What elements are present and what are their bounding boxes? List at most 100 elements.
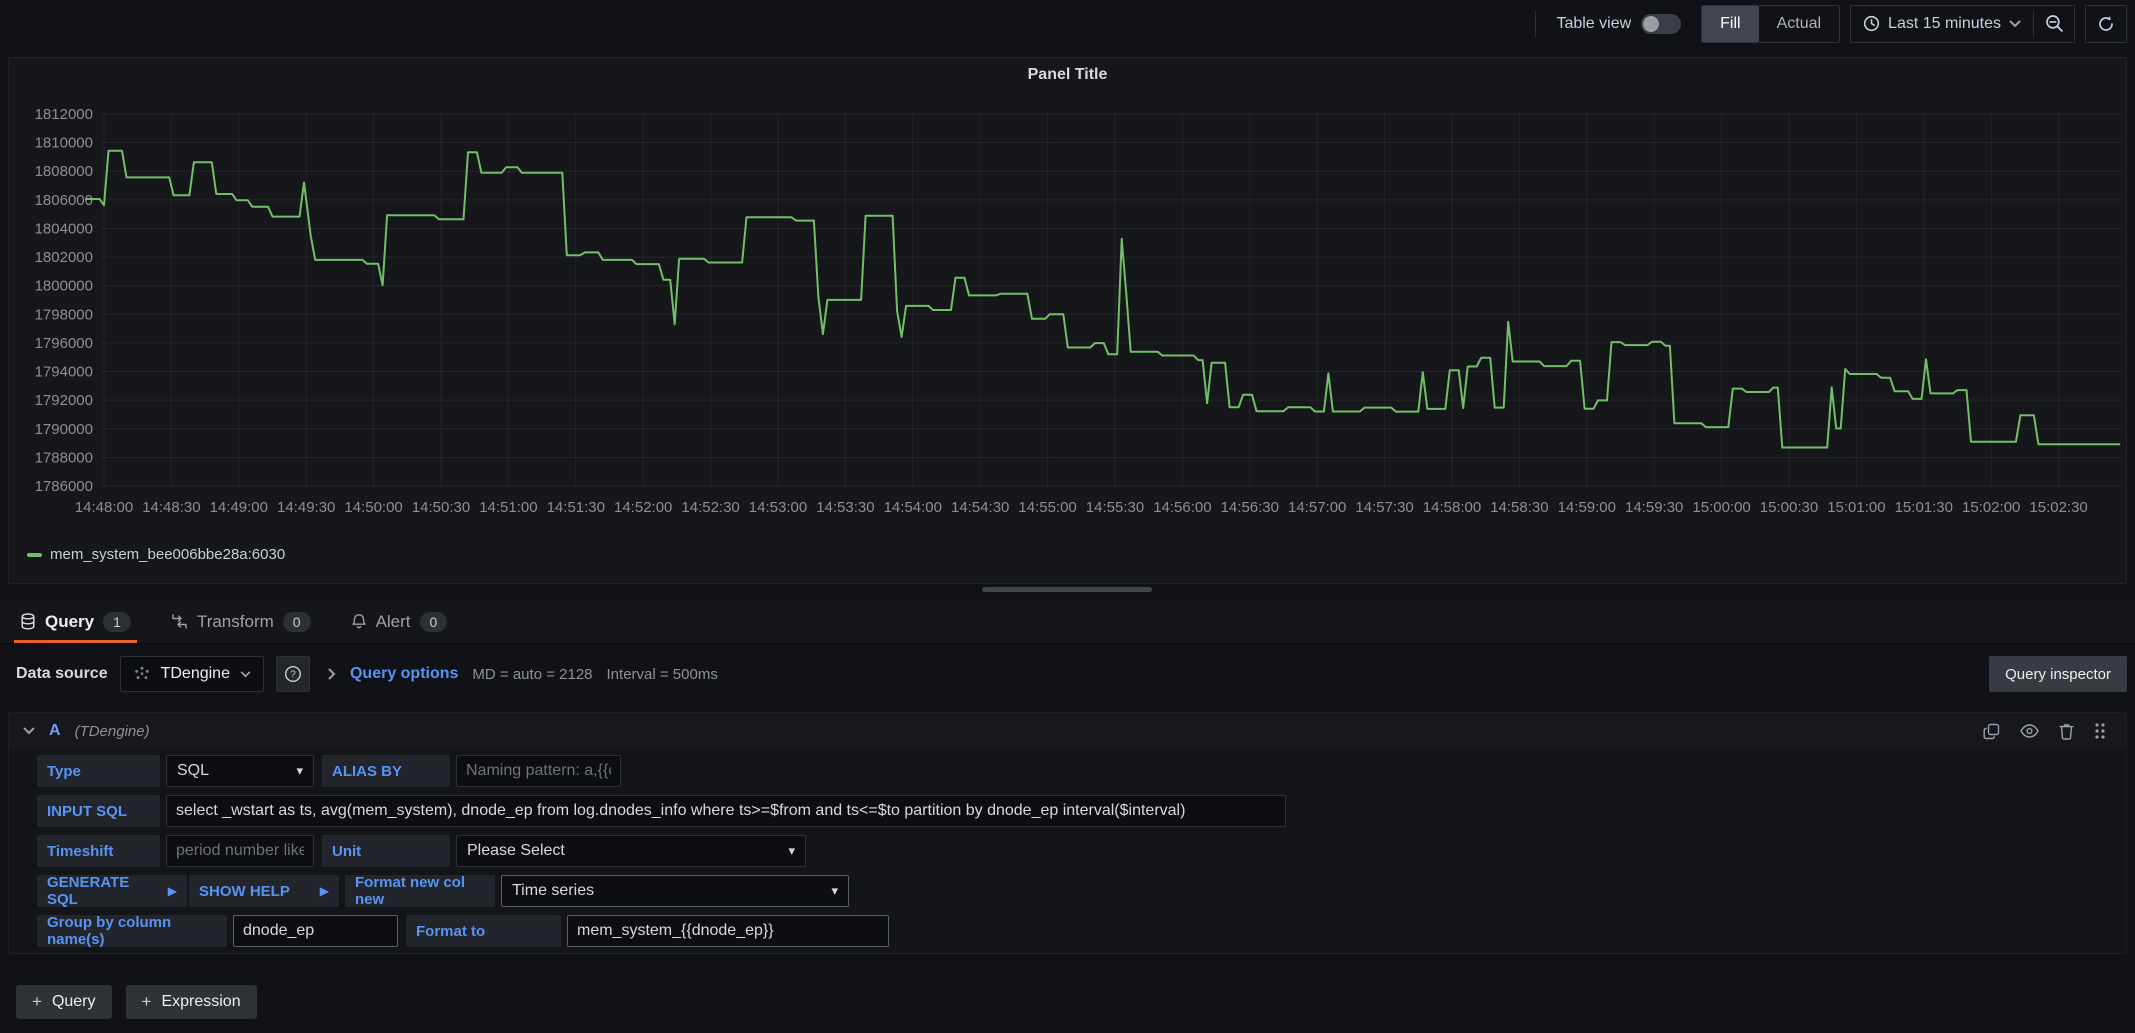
query-row-actions — [1983, 722, 2112, 740]
tab-alert-label: Alert — [376, 612, 411, 632]
y-axis-tick-label: 1804000 — [35, 220, 93, 237]
alias-by-input[interactable] — [456, 755, 621, 787]
add-expression-label: Expression — [161, 993, 240, 1011]
x-axis-tick-label: 14:48:00 — [75, 499, 133, 516]
table-view-group: Table view — [1546, 14, 1691, 34]
timeshift-label: Timeshift — [37, 835, 160, 867]
tab-query[interactable]: Query 1 — [14, 600, 137, 643]
legend-series-label[interactable]: mem_system_bee006bbe28a:6030 — [50, 546, 285, 563]
transform-icon — [171, 613, 188, 630]
x-axis-tick-label: 14:57:00 — [1288, 499, 1346, 516]
chevron-down-icon — [2009, 20, 2021, 28]
caret-down-icon: ▾ — [296, 763, 303, 779]
y-axis-tick-label: 1790000 — [35, 421, 93, 438]
datasource-help-button[interactable]: ? — [276, 656, 310, 692]
datasource-picker[interactable]: TDengine — [120, 656, 264, 692]
time-range-picker[interactable]: Last 15 minutes — [1851, 15, 2033, 33]
bell-icon — [351, 613, 367, 630]
drag-handle[interactable] — [2094, 722, 2106, 740]
collapse-chevron-icon[interactable] — [23, 727, 35, 735]
add-expression-button[interactable]: + Expression — [126, 985, 257, 1019]
x-axis-tick-label: 14:51:30 — [547, 499, 605, 516]
x-axis-tick-label: 15:01:00 — [1827, 499, 1885, 516]
chevron-down-icon — [240, 671, 251, 678]
y-axis-tick-label: 1788000 — [35, 449, 93, 466]
x-axis-tick-label: 14:48:30 — [142, 499, 200, 516]
y-axis-tick-label: 1800000 — [35, 278, 93, 295]
x-axis-tick-label: 15:00:30 — [1760, 499, 1818, 516]
datasource-row: Data source TDengine ? Query options MD — [0, 652, 2135, 696]
tab-transform-label: Transform — [197, 612, 274, 632]
show-help-button[interactable]: SHOW HELP▶ — [189, 875, 339, 907]
database-icon — [20, 613, 36, 630]
group-by-input[interactable] — [233, 915, 398, 947]
chevron-right-icon: ▶ — [168, 884, 177, 898]
unit-label: Unit — [322, 835, 450, 867]
table-view-toggle[interactable] — [1641, 14, 1681, 34]
copy-icon — [1983, 723, 2000, 740]
generate-sql-button[interactable]: GENERATE SQL ▶ — [37, 875, 187, 907]
panel-title[interactable]: Panel Title — [9, 58, 2126, 92]
format-to-input[interactable] — [567, 915, 889, 947]
fill-option[interactable]: Fill — [1702, 6, 1758, 42]
chart-area: 1786000178800017900001792000179400017960… — [9, 92, 2126, 544]
timeshift-input[interactable] — [166, 835, 314, 867]
query-options-group: Query options MD = auto = 2128 Interval … — [328, 665, 718, 683]
format-select[interactable]: Time series▾ — [501, 875, 849, 907]
type-select-value: SQL — [177, 762, 209, 780]
fill-actual-segmented: Fill Actual — [1701, 5, 1840, 43]
add-query-button[interactable]: + Query — [16, 985, 112, 1019]
time-picker-group: Last 15 minutes — [1850, 5, 2075, 43]
y-axis-tick-label: 1808000 — [35, 163, 93, 180]
series-line — [86, 151, 2119, 448]
query-ref-id[interactable]: A — [49, 722, 61, 740]
legend-series-swatch[interactable] — [27, 553, 42, 557]
y-axis-tick-label: 1794000 — [35, 364, 93, 381]
x-axis-tick-label: 14:52:00 — [614, 499, 672, 516]
x-axis-tick-label: 14:52:30 — [681, 499, 739, 516]
form-row-type: Type SQL▾ ALIAS BY — [37, 755, 2126, 787]
x-axis-tick-label: 14:49:30 — [277, 499, 335, 516]
refresh-button[interactable] — [2086, 6, 2126, 42]
x-axis-tick-label: 14:53:00 — [749, 499, 807, 516]
x-axis-tick-label: 15:00:00 — [1692, 499, 1750, 516]
tab-transform-count: 0 — [283, 612, 311, 632]
query-inspector-button[interactable]: Query inspector — [1989, 656, 2127, 692]
delete-query-button[interactable] — [2059, 723, 2074, 740]
x-axis-tick-label: 14:50:30 — [412, 499, 470, 516]
y-axis-tick-label: 1812000 — [35, 106, 93, 123]
x-axis-tick-label: 14:56:30 — [1221, 499, 1279, 516]
interval-text: Interval = 500ms — [607, 666, 718, 683]
y-axis-tick-label: 1806000 — [35, 192, 93, 209]
generate-sql-label: GENERATE SQL — [47, 874, 158, 908]
zoom-out-button[interactable] — [2034, 6, 2074, 42]
refresh-icon — [2097, 15, 2115, 33]
duplicate-query-button[interactable] — [1983, 723, 2000, 740]
top-toolbar: Table view Fill Actual Last 15 minutes — [0, 0, 2135, 47]
input-sql-input[interactable] — [166, 795, 1286, 827]
alias-by-label: ALIAS BY — [322, 755, 450, 787]
trash-icon — [2059, 723, 2074, 740]
panel-resize-handle[interactable] — [982, 587, 1152, 592]
tab-transform[interactable]: Transform 0 — [165, 600, 317, 643]
query-options-link[interactable]: Query options — [350, 665, 458, 683]
x-axis-tick-label: 15:01:30 — [1895, 499, 1953, 516]
datasource-label: Data source — [16, 665, 108, 683]
x-axis-tick-label: 14:49:00 — [210, 499, 268, 516]
actual-option[interactable]: Actual — [1759, 6, 1839, 42]
hide-query-button[interactable] — [2020, 724, 2039, 738]
caret-down-icon: ▾ — [831, 883, 838, 899]
zoom-out-icon — [2045, 14, 2064, 33]
toggle-knob — [1643, 16, 1659, 32]
chevron-right-icon[interactable] — [328, 668, 336, 680]
unit-select[interactable]: Please Select▾ — [456, 835, 806, 867]
y-axis-tick-label: 1796000 — [35, 335, 93, 352]
query-row-header[interactable]: A (TDengine) — [9, 713, 2126, 749]
tab-alert[interactable]: Alert 0 — [345, 600, 454, 643]
type-select[interactable]: SQL ▾ — [166, 755, 314, 787]
table-view-label: Table view — [1556, 15, 1631, 33]
x-axis-tick-label: 14:53:30 — [816, 499, 874, 516]
tdengine-logo-icon — [133, 665, 151, 683]
max-datapoints-text: MD = auto = 2128 — [472, 666, 592, 683]
clock-icon — [1863, 15, 1880, 32]
